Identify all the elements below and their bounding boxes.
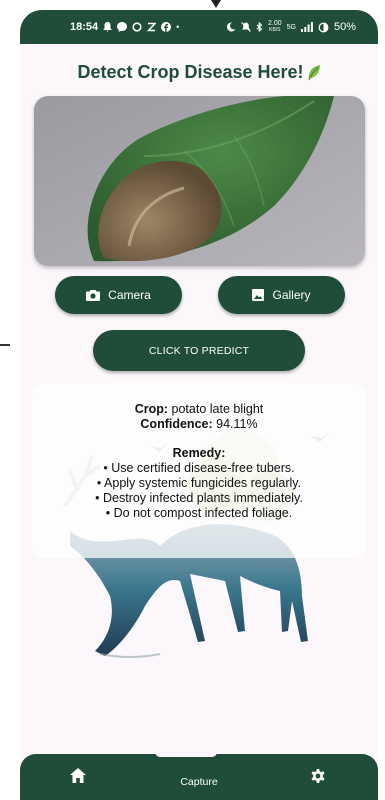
status-time: 18:54 (70, 21, 99, 33)
remedy-item: • Do not compost infected foliage. (105, 506, 293, 520)
battery-percent: 50% (333, 21, 356, 33)
remedy-item: • Destroy infected plants immediately. (95, 491, 303, 505)
confidence-result: Confidence: 94.11% (32, 417, 366, 432)
remedy-title: Remedy: (172, 446, 226, 460)
crop-label: Crop: (134, 402, 169, 416)
signal-icon (300, 22, 313, 32)
bottom-navigation: Capture (20, 752, 378, 800)
remedy-item: • Use certified disease-free tubers. (103, 461, 295, 475)
status-bar: 18:54 • 2.00 KB/S 5G 50% (20, 10, 378, 44)
notification-icon (103, 22, 113, 32)
remedy-item: • Apply systemic fungicides regularly. (96, 476, 302, 490)
leaf-icon (308, 65, 320, 81)
message-icon (117, 22, 128, 32)
network-speed-unit: KB/S (269, 27, 281, 33)
facebook-icon (161, 22, 172, 32)
confidence-value: 94.11% (216, 417, 258, 431)
mute-icon (241, 22, 251, 32)
gallery-button[interactable]: Gallery (218, 276, 345, 314)
crop-result: Crop: potato late blight (32, 402, 366, 417)
bluetooth-icon (256, 22, 263, 32)
gallery-button-label: Gallery (272, 288, 311, 302)
circle-icon (132, 22, 142, 32)
status-dot: • (176, 22, 180, 32)
z-icon (147, 22, 157, 32)
network-type: 5G (286, 23, 296, 31)
page-title-text: Detect Crop Disease Here! (77, 62, 304, 82)
predict-button-label: CLICK TO PREDICT (148, 344, 250, 357)
settings-icon[interactable] (310, 768, 326, 784)
camera-icon (86, 290, 101, 301)
battery-icon (318, 22, 329, 32)
crop-image-preview[interactable] (34, 96, 365, 266)
side-dash-marker (0, 344, 10, 346)
prediction-result-card: Crop: potato late blight Confidence: 94.… (32, 383, 366, 558)
potato-leaf-photo (34, 96, 365, 266)
predict-button[interactable]: CLICK TO PREDICT (93, 330, 305, 371)
top-arrow-marker (211, 0, 221, 8)
camera-button[interactable]: Camera (55, 276, 182, 314)
gallery-icon (252, 289, 265, 301)
page-title: Detect Crop Disease Here! (20, 62, 378, 83)
phone-screen: 18:54 • 2.00 KB/S 5G 50% Detect Crop Dis… (20, 10, 378, 800)
crop-value: potato late blight (171, 402, 264, 416)
camera-button-label: Camera (108, 288, 151, 302)
moon-icon (226, 22, 236, 32)
confidence-label: Confidence: (140, 417, 213, 431)
